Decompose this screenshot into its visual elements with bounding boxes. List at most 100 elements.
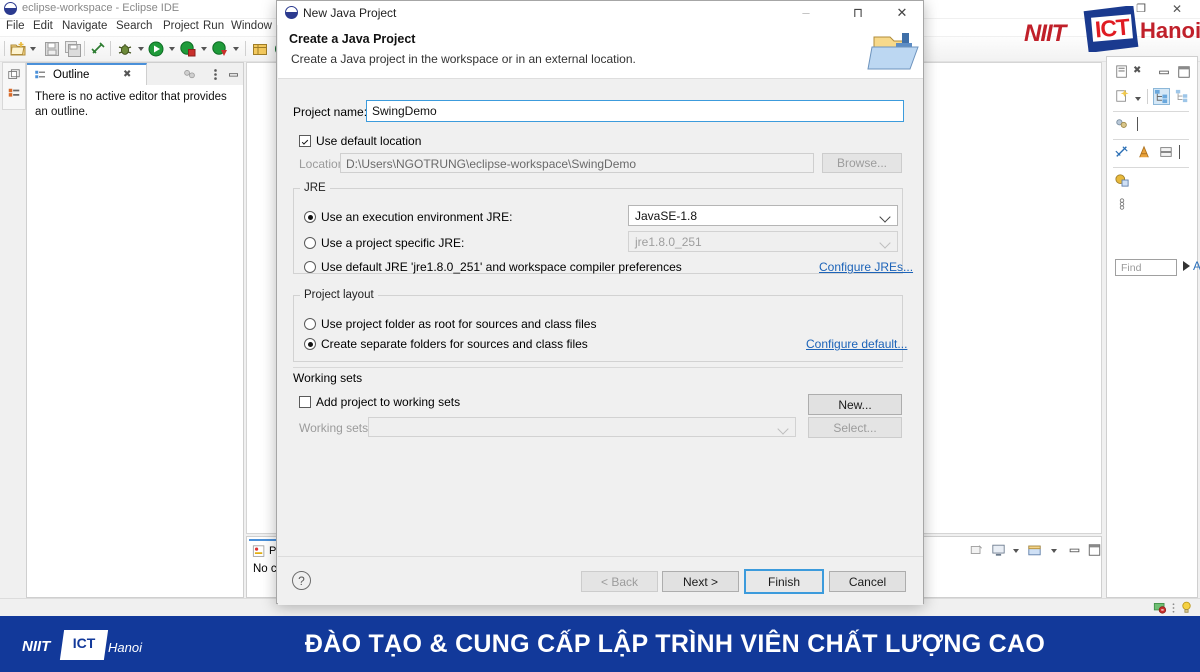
hierarchy-icon[interactable]	[1153, 88, 1170, 105]
find-match-case-label[interactable]: A	[1193, 259, 1200, 273]
link-editor-icon[interactable]	[90, 41, 106, 57]
dialog-close-button[interactable]: ✕	[881, 1, 923, 25]
coverage-dropdown-icon[interactable]	[201, 47, 207, 51]
heap-monitor-icon[interactable]	[1152, 601, 1168, 614]
new-item-dropdown-icon[interactable]	[1135, 97, 1141, 101]
find-placeholder: Find	[1121, 262, 1141, 274]
hierarchy-alt-icon[interactable]	[1175, 89, 1189, 103]
maximize-panel-icon[interactable]	[1177, 65, 1191, 79]
open-console-icon[interactable]	[1027, 543, 1042, 557]
dialog-subtitle: Create a Java project in the workspace o…	[291, 52, 636, 66]
dialog-heading: Create a Java Project	[289, 32, 415, 46]
use-default-location-label: Use default location	[316, 134, 421, 148]
tab-outline[interactable]: Outline ✖	[27, 63, 147, 85]
location-input: D:\Users\NGOTRUNG\eclipse-workspace\Swin…	[340, 153, 814, 173]
new-item-icon[interactable]	[1115, 89, 1129, 103]
run-dropdown-icon[interactable]	[169, 47, 175, 51]
minimize-view-icon[interactable]	[227, 68, 240, 81]
help-icon[interactable]: ?	[292, 571, 311, 590]
jre-execution-environment-label: Use an execution environment JRE:	[321, 210, 512, 224]
chain-icon[interactable]	[1115, 197, 1129, 211]
use-default-location-checkbox[interactable]	[299, 135, 311, 147]
progress-dots-icon	[1172, 602, 1175, 614]
hide-nonpublic-icon[interactable]	[1159, 145, 1173, 159]
menu-edit[interactable]: Edit	[33, 20, 53, 32]
jre-default-radio[interactable]	[304, 261, 316, 273]
view-menu-icon[interactable]	[209, 68, 222, 81]
outline-view: Outline ✖ There is no active editor that…	[26, 62, 244, 598]
focus-view-icon[interactable]	[183, 68, 196, 81]
back-button: < Back	[581, 571, 658, 592]
dialog-minimize-button: –	[785, 1, 827, 25]
configure-default-link[interactable]: Configure default...	[806, 337, 907, 351]
display-console-dropdown-icon[interactable]	[1013, 549, 1019, 553]
view-tab-icon[interactable]	[1115, 65, 1129, 79]
layout-separate-folders-label: Create separate folders for sources and …	[321, 337, 588, 351]
banner-logo: NIIT ICT Hanoi	[22, 630, 168, 660]
close-icon[interactable]: ✖	[1133, 65, 1141, 76]
layout-separate-folders-radio[interactable]	[304, 338, 316, 350]
finish-button[interactable]: Finish	[744, 569, 824, 594]
minimize-panel-icon[interactable]	[1157, 65, 1171, 79]
debug-dropdown-icon[interactable]	[138, 47, 144, 51]
banner-logo-niit: NIIT	[22, 638, 50, 655]
eclipse-logo-icon	[285, 6, 298, 19]
add-to-working-sets-checkbox[interactable]	[299, 396, 311, 408]
close-icon[interactable]: ✖	[123, 69, 131, 80]
new-wizard-dropdown-icon[interactable]	[30, 47, 36, 51]
configure-jres-link[interactable]: Configure JREs...	[819, 260, 913, 274]
find-input[interactable]: Find	[1115, 259, 1177, 276]
new-java-project-dialog: New Java Project – ⊓ ✕ Create a Java Pro…	[276, 0, 924, 604]
project-specific-jre-value: jre1.8.0_251	[635, 235, 702, 249]
minimize-console-icon[interactable]	[1067, 543, 1082, 557]
banner-logo-hanoi: Hanoi	[108, 640, 142, 655]
logo-niit-text: NIIT	[1024, 20, 1065, 48]
menu-project[interactable]: Project	[163, 20, 199, 32]
tip-of-the-day-icon[interactable]	[1180, 600, 1193, 615]
hide-static-icon[interactable]	[1137, 145, 1151, 159]
run-last-dropdown-icon[interactable]	[233, 47, 239, 51]
hide-fields-icon[interactable]	[1115, 145, 1129, 159]
run-last-icon[interactable]	[212, 41, 228, 57]
new-package-icon[interactable]	[252, 41, 268, 57]
jre-group-title: JRE	[300, 182, 330, 194]
members-icon[interactable]	[1115, 117, 1129, 131]
eclipse-window-title: eclipse-workspace - Eclipse IDE	[22, 2, 179, 14]
dialog-header: Create a Java Project Create a Java proj…	[278, 25, 923, 79]
restore-view-icon[interactable]	[7, 68, 21, 82]
debug-icon[interactable]	[117, 41, 133, 57]
cancel-button[interactable]: Cancel	[829, 571, 906, 592]
menu-file[interactable]: File	[6, 20, 25, 32]
outline-icon	[34, 70, 47, 82]
project-name-input[interactable]: SwingDemo	[366, 100, 904, 122]
working-sets-combo	[368, 417, 796, 437]
menu-window[interactable]: Window	[231, 20, 272, 32]
save-icon	[44, 41, 60, 57]
coverage-icon[interactable]	[180, 41, 196, 57]
open-console-dropdown-icon[interactable]	[1051, 549, 1057, 553]
menu-search[interactable]: Search	[116, 20, 152, 32]
next-button[interactable]: Next >	[662, 571, 739, 592]
outline-strip-icon[interactable]	[7, 87, 21, 101]
layout-project-root-radio[interactable]	[304, 318, 316, 330]
jre-project-specific-radio[interactable]	[304, 237, 316, 249]
project-layout-group-title: Project layout	[300, 289, 378, 301]
jre-execution-environment-radio[interactable]	[304, 211, 316, 223]
menu-run[interactable]: Run	[203, 20, 224, 32]
display-console-icon[interactable]	[991, 543, 1006, 557]
menu-navigate[interactable]: Navigate	[62, 20, 107, 32]
execution-environment-combo[interactable]: JavaSE-1.8	[628, 205, 898, 226]
execution-environment-value: JavaSE-1.8	[635, 209, 697, 223]
new-working-set-button[interactable]: New...	[808, 394, 902, 415]
new-wizard-icon[interactable]	[10, 41, 26, 57]
package-explorer-icon[interactable]	[1115, 173, 1129, 187]
run-icon[interactable]	[148, 41, 164, 57]
maximize-console-icon[interactable]	[1087, 543, 1102, 557]
jre-default-label: Use default JRE 'jre1.8.0_251' and works…	[321, 260, 682, 274]
working-sets-combo-label: Working sets:	[299, 421, 371, 435]
find-next-icon[interactable]	[1183, 261, 1190, 271]
jre-project-specific-label: Use a project specific JRE:	[321, 236, 464, 250]
project-specific-jre-combo: jre1.8.0_251	[628, 231, 898, 252]
dialog-restore-button[interactable]: ⊓	[837, 1, 879, 25]
pin-console-icon[interactable]	[969, 543, 984, 557]
